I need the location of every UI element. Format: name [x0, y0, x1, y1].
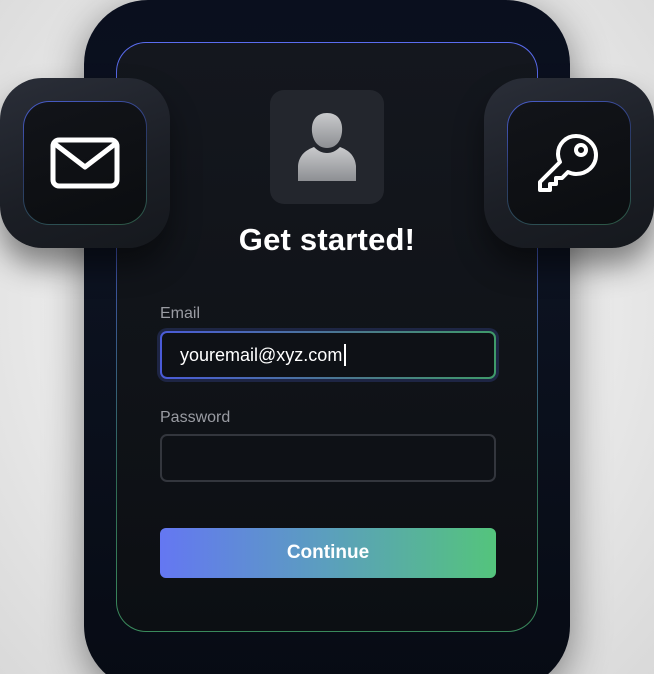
key-icon [538, 134, 598, 192]
email-value: youremail@xyz.com [180, 344, 343, 365]
email-tile-inner [23, 101, 147, 225]
user-icon [298, 113, 356, 181]
continue-button[interactable]: Continue [160, 528, 496, 578]
email-tile [0, 78, 170, 248]
page-title: Get started! [238, 222, 416, 257]
key-tile-inner [507, 101, 631, 225]
password-label: Password [160, 409, 231, 426]
avatar [270, 90, 384, 204]
envelope-icon [50, 137, 120, 189]
email-field[interactable]: youremail@xyz.com [160, 331, 496, 379]
email-label: Email [160, 305, 201, 322]
key-tile [484, 78, 654, 248]
password-field[interactable] [160, 434, 496, 482]
text-caret [344, 344, 346, 366]
